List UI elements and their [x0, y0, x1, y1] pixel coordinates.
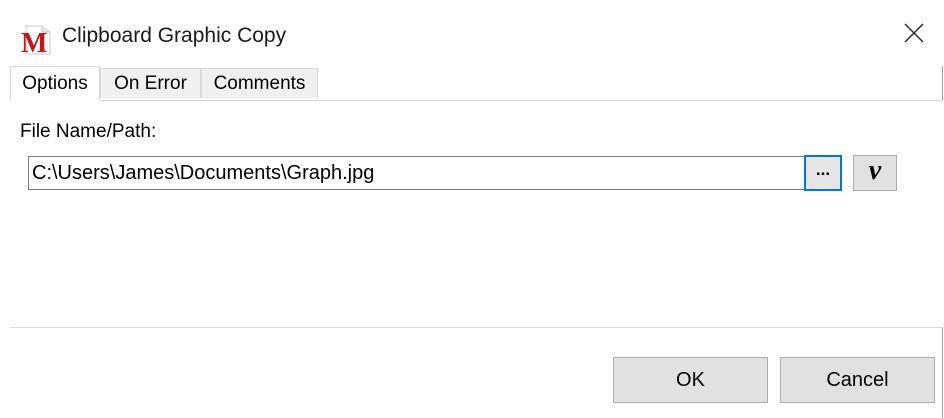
- app-icon-letter: M: [21, 28, 47, 56]
- options-panel: File Name/Path: ... v: [10, 100, 943, 328]
- dialog-window: M Clipboard Graphic Copy Options On Erro…: [0, 0, 943, 418]
- tab-options[interactable]: Options: [10, 66, 100, 101]
- file-path-input[interactable]: [28, 156, 805, 190]
- browse-button[interactable]: ...: [804, 155, 842, 191]
- tab-on-error[interactable]: On Error: [100, 68, 201, 98]
- title-bar: M Clipboard Graphic Copy: [0, 0, 943, 66]
- variable-button[interactable]: v: [853, 155, 897, 191]
- close-icon: [904, 23, 924, 43]
- window-title: Clipboard Graphic Copy: [62, 24, 287, 47]
- tab-comments[interactable]: Comments: [201, 68, 318, 98]
- file-name-label: File Name/Path:: [20, 121, 157, 142]
- cancel-button[interactable]: Cancel: [780, 357, 935, 403]
- app-m-icon: M: [20, 24, 56, 59]
- ok-button[interactable]: OK: [613, 357, 768, 403]
- close-button[interactable]: [885, 0, 943, 66]
